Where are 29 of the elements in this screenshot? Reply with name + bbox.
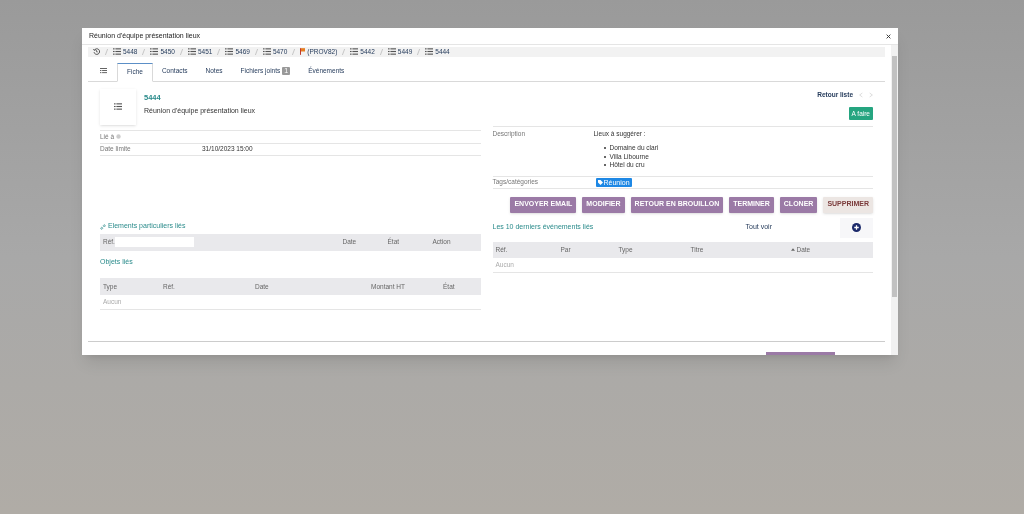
list-icon [225,48,234,56]
list-menu-icon[interactable] [100,67,107,75]
tag-icon [597,179,603,185]
close-button[interactable] [886,33,891,39]
list-icon [387,48,396,56]
list-icon [114,103,122,111]
link-icon [100,223,106,230]
sort-icon [790,248,795,251]
separator-icon [217,48,221,55]
list-icon [150,48,159,56]
separator-icon [417,48,421,55]
separator-icon [379,48,383,55]
separator-icon [105,48,108,55]
close-icon [886,33,891,39]
separator-icon [342,48,346,55]
list-icon [187,48,196,56]
flag-icon [300,48,306,56]
add-button[interactable] [840,217,873,238]
help-icon [116,134,122,140]
list-icon [113,48,121,56]
list-icon [425,48,434,56]
separator-icon [292,48,296,55]
plus-icon [852,223,861,232]
separator-icon [254,48,258,55]
separator-icon [179,48,183,55]
separator-icon [142,48,146,55]
list-icon [350,48,359,56]
list-icon [262,48,271,56]
history-icon[interactable] [93,48,100,56]
